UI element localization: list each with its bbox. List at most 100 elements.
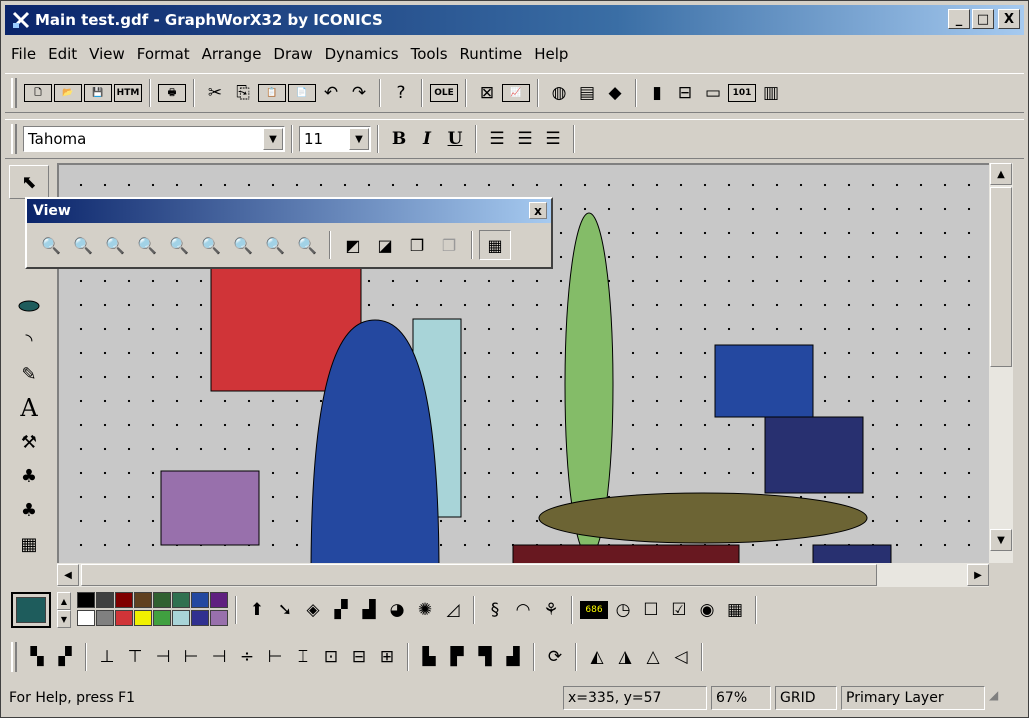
process-point-icon[interactable]: 686 xyxy=(580,601,608,619)
bitmap-tool-icon[interactable]: ▦ xyxy=(9,527,49,561)
title-bar[interactable]: Main test.gdf - GraphWorX32 by ICONICS _… xyxy=(5,5,1024,35)
fill-icon[interactable]: ◈ xyxy=(300,597,326,623)
zoom-window-icon[interactable]: 🔍 xyxy=(35,230,67,260)
bar-icon[interactable]: ▮ xyxy=(644,80,670,106)
color-swatch[interactable] xyxy=(210,610,228,626)
same-all-icon[interactable]: ▟ xyxy=(500,644,526,670)
maximize-button[interactable]: □ xyxy=(972,9,994,29)
menu-draw[interactable]: Draw xyxy=(267,43,318,67)
blue-rectangle[interactable] xyxy=(714,344,814,418)
color-swatch[interactable] xyxy=(134,610,152,626)
text-tool-icon[interactable]: A xyxy=(9,391,49,425)
copy-icon[interactable]: ⎘ xyxy=(230,80,256,106)
pen-tool-icon[interactable]: ✎ xyxy=(9,357,49,391)
help-icon[interactable]: ? xyxy=(388,80,414,106)
radio-icon[interactable]: ◉ xyxy=(694,597,720,623)
align-left-obj-icon[interactable]: ⊢ xyxy=(178,644,204,670)
align-right-obj-icon[interactable]: ⊣ xyxy=(206,644,232,670)
html-icon[interactable]: HTM xyxy=(114,84,142,102)
navy-small-rectangle[interactable] xyxy=(812,544,892,563)
bring-forward-icon[interactable]: ◩ xyxy=(337,230,369,260)
send-back-icon[interactable]: ❐ xyxy=(433,230,465,260)
toolbar-grip[interactable] xyxy=(11,642,17,672)
same-size-icon[interactable]: ▜ xyxy=(472,644,498,670)
scroll-right-icon[interactable]: ▶ xyxy=(967,564,989,586)
paste-special-icon[interactable]: 📄 xyxy=(288,84,316,102)
menu-dynamics[interactable]: Dynamics xyxy=(319,43,405,67)
color-swatch[interactable] xyxy=(115,610,133,626)
menu-help[interactable]: Help xyxy=(528,43,574,67)
font-size-combo[interactable]: 11 ▼ xyxy=(299,126,371,152)
align-center-obj-icon[interactable]: ÷ xyxy=(234,644,260,670)
move-icon[interactable]: ➘ xyxy=(272,597,298,623)
slider-dyn-icon[interactable]: § xyxy=(482,597,508,623)
flip-vertical-icon[interactable]: ◮ xyxy=(612,644,638,670)
horizontal-scroll-thumb[interactable] xyxy=(81,564,877,586)
toolbar-grip[interactable] xyxy=(11,124,17,154)
zoom-percent-icon[interactable]: 🔍 xyxy=(227,230,259,260)
cut-icon[interactable]: ✂ xyxy=(202,80,228,106)
color-swatch[interactable] xyxy=(210,592,228,608)
space-horizontal-icon[interactable]: ⊢ xyxy=(262,644,288,670)
button-icon[interactable]: ☐ xyxy=(638,597,664,623)
zoom-in-icon[interactable]: 🔍 xyxy=(259,230,291,260)
vertical-scroll-thumb[interactable] xyxy=(990,187,1012,367)
font-combo[interactable]: Tahoma ▼ xyxy=(23,126,285,152)
color-swatch[interactable] xyxy=(191,610,209,626)
navy-rectangle[interactable] xyxy=(764,416,864,494)
menu-runtime[interactable]: Runtime xyxy=(454,43,529,67)
color-swatch[interactable] xyxy=(77,610,95,626)
color-swatch[interactable] xyxy=(153,592,171,608)
current-color-well[interactable] xyxy=(11,592,51,628)
mirror-icon[interactable]: △ xyxy=(640,644,666,670)
meter-icon[interactable]: ▭ xyxy=(700,80,726,106)
menu-tools[interactable]: Tools xyxy=(405,43,454,67)
resize-grip-icon[interactable]: ◢ xyxy=(989,688,1009,708)
ungroup-icon[interactable]: ▞ xyxy=(52,644,78,670)
menu-edit[interactable]: Edit xyxy=(42,43,83,67)
multi-tool-icon[interactable]: ♣ xyxy=(9,493,49,527)
redo-icon[interactable]: ↷ xyxy=(346,80,372,106)
toolbar-grip[interactable] xyxy=(11,78,17,108)
book-icon[interactable]: ◆ xyxy=(602,80,628,106)
chart-icon[interactable]: 📈 xyxy=(502,84,530,102)
new-icon[interactable]: 🗋 xyxy=(24,84,52,102)
undo-icon[interactable]: ↶ xyxy=(318,80,344,106)
graph-icon[interactable]: ⊠ xyxy=(474,80,500,106)
symbol-tool-icon[interactable]: ⚒ xyxy=(9,425,49,459)
align-middle-icon[interactable]: ⊣ xyxy=(150,644,176,670)
flash-icon[interactable]: ✺ xyxy=(412,597,438,623)
timedate-icon[interactable]: ◷ xyxy=(610,597,636,623)
scroll-down-icon[interactable]: ▼ xyxy=(990,529,1012,551)
rotate-left-icon[interactable]: ◁ xyxy=(668,644,694,670)
align-left-icon[interactable]: ☰ xyxy=(484,126,510,152)
color-spinner[interactable]: ▲ ▼ xyxy=(57,592,71,628)
purple-rectangle[interactable] xyxy=(160,470,260,546)
flip-horizontal-icon[interactable]: ◭ xyxy=(584,644,610,670)
zoom-out-icon[interactable]: 🔍 xyxy=(291,230,323,260)
color-swatch[interactable] xyxy=(96,610,114,626)
select-tool-icon[interactable]: ⬉ xyxy=(9,165,49,199)
menu-file[interactable]: File xyxy=(5,43,42,67)
zoom-previous-icon[interactable]: 🔍 xyxy=(67,230,99,260)
ellipse-tool-icon[interactable] xyxy=(9,289,49,323)
hide-icon[interactable]: ◿ xyxy=(440,597,466,623)
align-bottom-icon[interactable]: ⊥ xyxy=(94,644,120,670)
view-palette-close-button[interactable]: x xyxy=(529,202,547,219)
minimize-button[interactable]: _ xyxy=(948,9,970,29)
color-swatch[interactable] xyxy=(172,592,190,608)
maroon-rectangle[interactable] xyxy=(512,544,740,563)
pick-icon[interactable]: ⬆ xyxy=(244,597,270,623)
rotate-icon[interactable]: ◕ xyxy=(384,597,410,623)
zoom-fit-icon[interactable]: 🔍 xyxy=(163,230,195,260)
align-center-icon[interactable]: ☰ xyxy=(512,126,538,152)
rotate-obj-icon[interactable]: ⟳ xyxy=(542,644,568,670)
color-swatch[interactable] xyxy=(77,592,95,608)
zoom-next-icon[interactable]: 🔍 xyxy=(99,230,131,260)
color-swatch[interactable] xyxy=(96,592,114,608)
space-vertical-icon[interactable]: ⌶ xyxy=(290,644,316,670)
color-swatch[interactable] xyxy=(153,610,171,626)
same-width-icon[interactable]: ▙ xyxy=(416,644,442,670)
counter-icon[interactable]: 101 xyxy=(728,84,756,102)
report-icon[interactable]: ▤ xyxy=(574,80,600,106)
